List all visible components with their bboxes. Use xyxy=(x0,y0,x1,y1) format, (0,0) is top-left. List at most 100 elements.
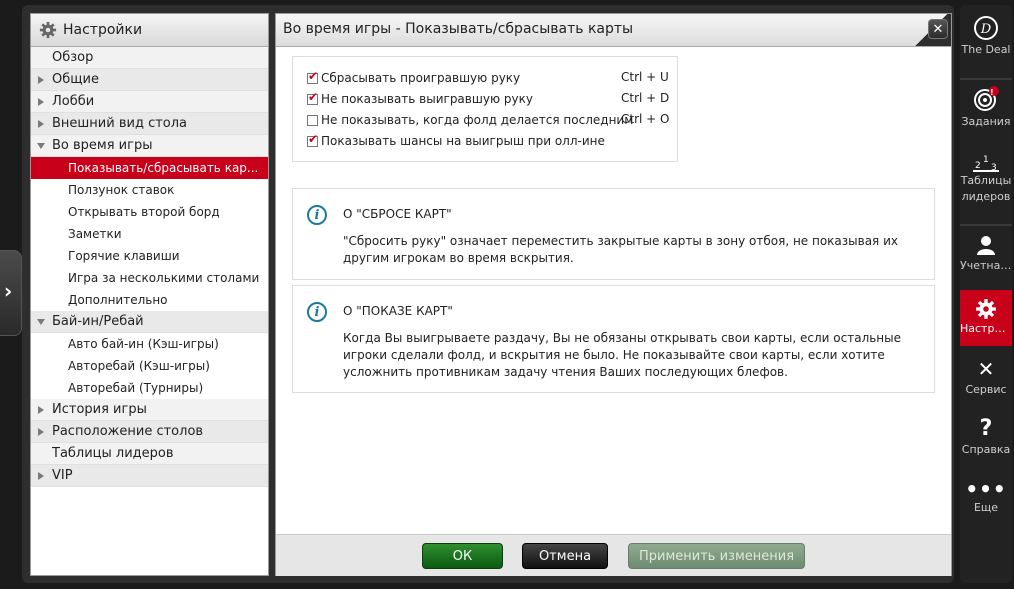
sidebar-item-16[interactable]: История игры xyxy=(31,399,268,421)
sidebar-subitem-8[interactable]: Заметки xyxy=(31,223,268,245)
sidebar-label: Задания xyxy=(961,115,1011,128)
caret-right-icon[interactable] xyxy=(38,98,44,106)
sidebar-item-label: Во время игры xyxy=(52,138,153,153)
tools-icon: ✕ xyxy=(977,357,995,381)
ok-button[interactable]: ОК xyxy=(422,543,503,569)
dialog-content: Сбрасывать проигравшую руку Ctrl + U Не … xyxy=(276,47,951,534)
sidebar-subitem-15[interactable]: Авторебай (Турниры) xyxy=(31,377,268,399)
sidebar-item-label: Расположение столов xyxy=(52,424,204,439)
settings-dialog: Во время игры - Показывать/сбрасывать ка… xyxy=(275,13,952,576)
sidebar-label: The Deal xyxy=(961,43,1011,56)
sidebar-subitem-7[interactable]: Открывать второй борд xyxy=(31,201,268,223)
svg-text:1: 1 xyxy=(983,155,989,165)
sidebar-subitem-10[interactable]: Игра за несколькими столами xyxy=(31,267,268,289)
option-show-allin-odds[interactable]: Показывать шансы на выигрыш при олл-ине xyxy=(307,131,605,151)
sidebar-item-label: Горячие клавиши xyxy=(68,249,180,263)
sidebar-item-help[interactable]: ? Справка xyxy=(960,417,1012,469)
option-hide-winning[interactable]: Не показывать выигравшую руку xyxy=(307,89,533,109)
help-icon: ? xyxy=(979,416,993,441)
info-heading: О "ПОКАЗЕ КАРТ" xyxy=(343,304,453,318)
sidebar-item-label: Обзор xyxy=(52,50,94,65)
caret-right-icon[interactable] xyxy=(38,406,44,414)
sidebar-divider xyxy=(960,224,1012,226)
sidebar-item-label: Авторебай (Турниры) xyxy=(68,381,204,395)
options-group: Сбрасывать проигравшую руку Ctrl + U Не … xyxy=(292,56,678,162)
info-text: "Сбросить руку" означает переместить зак… xyxy=(343,234,898,265)
close-icon[interactable]: ✕ xyxy=(928,19,948,39)
tasks-badge: ! xyxy=(990,88,994,97)
option-muck-losing-checkbox[interactable] xyxy=(307,69,318,84)
option-no-show-last-fold-checkbox[interactable] xyxy=(307,114,318,126)
sidebar-label: Настрой... xyxy=(960,322,1012,335)
expand-panel-handle[interactable]: › xyxy=(0,250,22,336)
cancel-button[interactable]: Отмена xyxy=(522,543,608,569)
sidebar-item-3[interactable]: Внешний вид стола xyxy=(31,113,268,135)
sidebar-item-19[interactable]: VIP xyxy=(31,465,268,487)
sidebar-item-account[interactable]: Учетная ... xyxy=(960,233,1012,287)
hotkey-label: Ctrl + U xyxy=(621,70,669,84)
sidebar-subitem-active[interactable]: Показывать/сбрасывать кар... xyxy=(31,157,268,179)
sidebar-item-label: Заметки xyxy=(68,227,122,241)
sidebar-label: Таблицы лидеров xyxy=(960,174,1012,203)
apply-changes-button[interactable]: Применить изменения xyxy=(628,543,805,569)
info-icon: i xyxy=(307,205,327,225)
gear-icon xyxy=(976,299,996,319)
sidebar-label: Еще xyxy=(973,501,999,514)
option-label: Не показывать, когда фолд делается после… xyxy=(321,113,634,127)
sidebar-item-more[interactable]: ••• Еще xyxy=(960,479,1012,529)
sidebar-item-4[interactable]: Во время игры xyxy=(31,135,268,157)
sidebar-item-the-deal[interactable]: D The Deal xyxy=(960,15,1012,75)
caret-down-icon[interactable] xyxy=(37,143,45,149)
dialog-footer: ОК Отмена Применить изменения xyxy=(276,534,951,576)
caret-down-icon[interactable] xyxy=(37,319,45,325)
svg-text:2: 2 xyxy=(975,161,981,171)
caret-right-icon[interactable] xyxy=(38,120,44,128)
caret-right-icon[interactable] xyxy=(38,428,44,436)
sidebar-label: Сервис xyxy=(965,383,1007,396)
settings-nav-header: Настройки xyxy=(31,14,268,47)
sidebar-item-17[interactable]: Расположение столов xyxy=(31,421,268,443)
sidebar-label: Учетная ... xyxy=(960,259,1012,272)
sidebar-item-12[interactable]: Бай-ин/Ребай xyxy=(31,311,268,333)
info-box-muck: i О "СБРОСЕ КАРТ" "Сбросить руку" означа… xyxy=(292,188,935,280)
option-no-show-last-fold[interactable]: Не показывать, когда фолд делается после… xyxy=(307,110,633,130)
sidebar-item-service[interactable]: ✕ Сервис xyxy=(960,357,1012,409)
info-text: Когда Вы выигрываете раздачу, Вы не обяз… xyxy=(343,331,902,379)
option-show-allin-odds-checkbox[interactable] xyxy=(307,132,318,147)
sidebar-item-18[interactable]: Таблицы лидеров xyxy=(31,443,268,465)
caret-right-icon[interactable] xyxy=(38,472,44,480)
sidebar-item-label: Общие xyxy=(52,72,99,87)
sidebar-subitem-13[interactable]: Авто бай-ин (Кэш-игры) xyxy=(31,333,268,355)
sidebar-item-label: Авто бай-ин (Кэш-игры) xyxy=(68,337,219,351)
sidebar-subitem-9[interactable]: Горячие клавиши xyxy=(31,245,268,267)
sidebar-subitem-11[interactable]: Дополнительно xyxy=(31,289,268,311)
sidebar-item-label: Дополнительно xyxy=(68,293,168,307)
sidebar-item-label: Игра за несколькими столами xyxy=(68,271,260,285)
dialog-header: Во время игры - Показывать/сбрасывать ка… xyxy=(276,14,951,47)
right-sidebar: D The Deal ! Задания 213 Таблицы лидеров… xyxy=(960,5,1012,583)
sidebar-item-label: Открывать второй борд xyxy=(68,205,220,219)
hotkey-label: Ctrl + O xyxy=(621,112,670,126)
sidebar-subitem-6[interactable]: Ползунок ставок xyxy=(31,179,268,201)
caret-right-icon[interactable] xyxy=(38,76,44,84)
sidebar-divider xyxy=(960,78,1012,80)
sidebar-item-leaderboards[interactable]: 213 Таблицы лидеров xyxy=(960,151,1012,215)
sidebar-item-1[interactable]: Общие xyxy=(31,69,268,91)
sidebar-item-tasks[interactable]: ! Задания xyxy=(960,85,1012,141)
target-icon xyxy=(974,86,999,111)
dialog-title: Во время игры - Показывать/сбрасывать ка… xyxy=(283,21,634,37)
sidebar-item-2[interactable]: Лобби xyxy=(31,91,268,113)
option-label: Показывать шансы на выигрыш при олл-ине xyxy=(321,134,605,148)
sidebar-label: Справка xyxy=(961,443,1011,456)
sidebar-item-0[interactable]: Обзор xyxy=(31,47,268,69)
sidebar-item-label: Внешний вид стола xyxy=(52,116,188,131)
more-icon: ••• xyxy=(965,477,1007,501)
sidebar-item-label: Лобби xyxy=(52,94,95,109)
sidebar-item-settings[interactable]: Настрой... xyxy=(960,290,1012,346)
option-muck-losing[interactable]: Сбрасывать проигравшую руку xyxy=(307,68,520,88)
chevron-right-icon: › xyxy=(4,279,13,303)
sidebar-subitem-14[interactable]: Авторебай (Кэш-игры) xyxy=(31,355,268,377)
option-hide-winning-checkbox[interactable] xyxy=(307,90,318,105)
the-deal-icon: D xyxy=(974,16,998,40)
gear-icon xyxy=(39,21,57,39)
